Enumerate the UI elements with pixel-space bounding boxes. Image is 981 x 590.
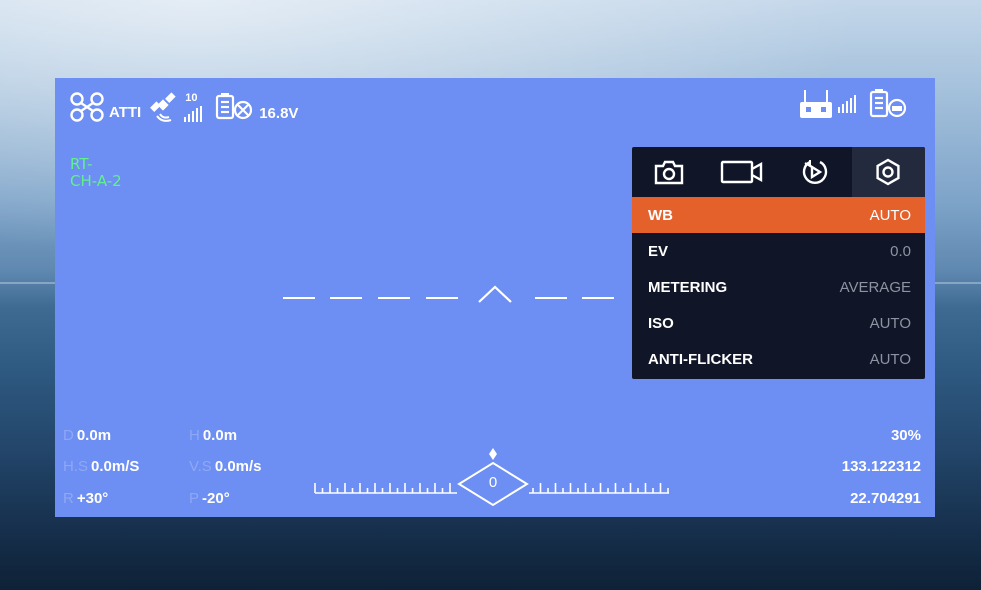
aircraft-id: RT- CH-A-2: [70, 156, 122, 190]
signal-bars-icon: [184, 106, 203, 122]
aircraft-chevron-icon: [478, 285, 512, 303]
horizon-dash: [582, 297, 614, 299]
telemetry-value: +30°: [76, 490, 109, 507]
heading-value: 0: [488, 474, 498, 491]
telemetry-label: V.S: [189, 458, 212, 475]
setting-value: AUTO: [869, 314, 911, 332]
setting-row-iso[interactable]: ISO AUTO: [632, 305, 925, 341]
status-bar: ATTI 10 16.8V: [69, 91, 299, 127]
setting-value: 0.0: [890, 242, 911, 260]
setting-value: AUTO: [869, 350, 911, 368]
flight-mode-label: ATTI: [109, 103, 142, 121]
setting-row-metering[interactable]: METERING AVERAGE: [632, 269, 925, 305]
gear-icon: [876, 158, 900, 186]
telemetry-value: -20°: [202, 490, 230, 507]
telemetry-pitch: P -20°: [189, 490, 230, 507]
battery-voltage: 16.8V: [259, 104, 299, 122]
telemetry-label: H.S: [63, 458, 89, 475]
telemetry-label: R: [63, 490, 74, 507]
remote-battery-icon: [869, 88, 909, 125]
telemetry-horizontal-speed: H.S 0.0m/S: [63, 458, 139, 475]
horizon-dash: [283, 297, 315, 299]
tab-video[interactable]: [705, 147, 778, 197]
telemetry-label: D: [63, 427, 74, 444]
tab-photo[interactable]: [632, 147, 705, 197]
setting-label: WB: [648, 206, 673, 224]
telemetry-height: H 0.0m: [189, 427, 237, 444]
heading-pointer-icon: [489, 448, 497, 460]
satellite-count: 10: [185, 92, 198, 104]
telemetry-value: 0.0m: [202, 427, 238, 444]
horizon-dash: [535, 297, 567, 299]
telemetry-label: P: [189, 490, 200, 507]
setting-label: EV: [648, 242, 669, 260]
telemetry-value: 0.0m/s: [214, 458, 262, 475]
horizon-dash: [330, 297, 362, 299]
tab-playback[interactable]: [779, 147, 852, 197]
telemetry-label: H: [189, 427, 200, 444]
horizon-dash: [426, 297, 458, 299]
telemetry-roll: R +30°: [63, 490, 108, 507]
camera-icon: [654, 160, 683, 185]
drone-icon: [69, 91, 105, 127]
horizon-dash: [378, 297, 410, 299]
settings-tabs: [632, 147, 925, 197]
drone-hud-screen: ATTI 10 16.8V RT- CH-A-2 WB AUTO EV 0.0 …: [55, 78, 935, 517]
longitude-value: 133.122312: [841, 458, 921, 475]
remote-signal-icon: [837, 95, 857, 118]
aircraft-id-line2: CH-A-2: [70, 172, 122, 190]
settings-list: WB AUTO EV 0.0 METERING AVERAGE ISO AUTO…: [632, 197, 925, 377]
telemetry-distance: D 0.0m: [63, 427, 111, 444]
setting-label: ISO: [648, 314, 674, 332]
telemetry-vertical-speed: V.S 0.0m/s: [189, 458, 262, 475]
battery-icon: [215, 92, 255, 127]
video-icon: [720, 160, 763, 184]
playback-icon: [802, 160, 828, 184]
remote-controller-icon: [799, 88, 833, 125]
telemetry-value: 0.0m/S: [91, 458, 140, 475]
setting-label: METERING: [648, 278, 728, 296]
setting-label: ANTI-FLICKER: [648, 350, 753, 368]
tab-settings[interactable]: [851, 147, 925, 197]
setting-value: AUTO: [869, 206, 911, 224]
satellite-icon: [149, 91, 179, 127]
gps-signal: 10: [183, 92, 205, 124]
latitude-value: 22.704291: [850, 490, 921, 507]
signal-percent: 30%: [890, 427, 921, 444]
setting-row-wb[interactable]: WB AUTO: [632, 197, 925, 233]
setting-value: AVERAGE: [839, 278, 911, 296]
setting-row-ev[interactable]: EV 0.0: [632, 233, 925, 269]
telemetry-value: 0.0m: [76, 427, 112, 444]
remote-status: [799, 88, 909, 125]
setting-row-anti-flicker[interactable]: ANTI-FLICKER AUTO: [632, 341, 925, 377]
camera-settings-panel: WB AUTO EV 0.0 METERING AVERAGE ISO AUTO…: [632, 147, 925, 379]
aircraft-id-line1: RT-: [70, 155, 93, 173]
heading-indicator: 0: [313, 443, 673, 513]
